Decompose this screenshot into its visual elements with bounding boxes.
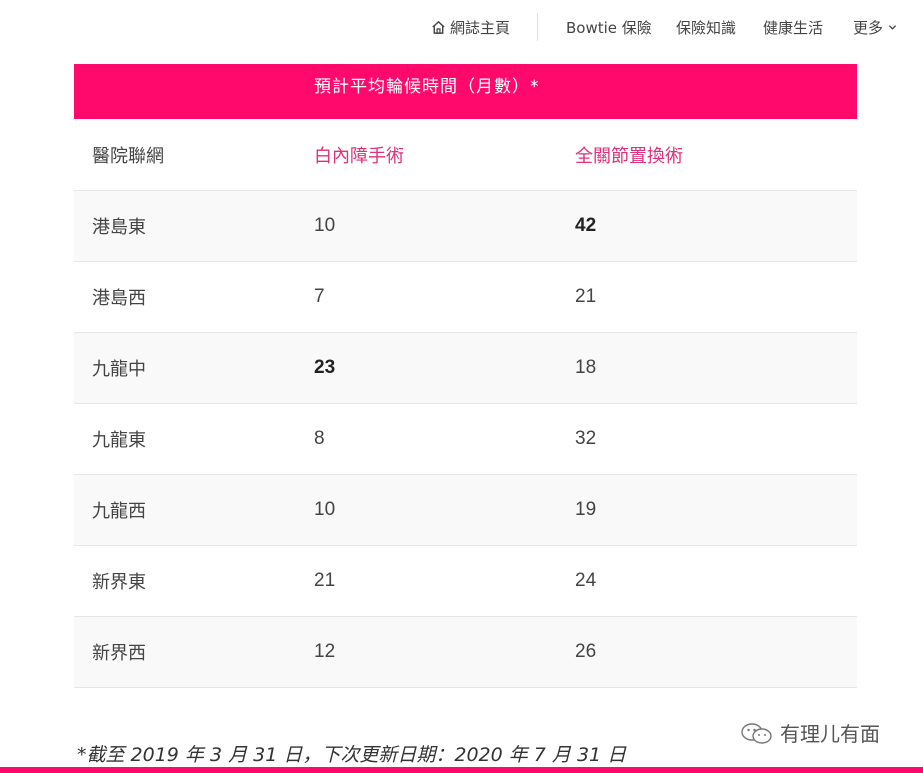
table-header-row: 醫院聯網 白內障手術 全關節置換術	[74, 119, 857, 191]
cataract-cell: 10	[314, 215, 336, 236]
nav-home-label: 網誌主頁	[450, 18, 511, 37]
joint-cell: 26	[575, 641, 597, 662]
cataract-cell: 8	[314, 428, 325, 449]
nav-insurance-knowledge-link[interactable]: 保險知識	[676, 16, 736, 38]
nav-more-menu[interactable]: 更多	[853, 16, 897, 38]
nav-home-link[interactable]: 網誌主頁	[431, 16, 510, 38]
cataract-cell: 10	[314, 499, 336, 520]
table-row: 新界東 21 24	[74, 546, 857, 617]
header-total-joint-replacement: 全關節置換術	[575, 145, 683, 167]
cataract-cell: 7	[314, 286, 325, 307]
cluster-cell: 港島西	[92, 288, 146, 309]
table-row: 九龍中 23 18	[74, 333, 857, 404]
table-row: 新界西 12 26	[74, 617, 857, 688]
cataract-cell: 23	[314, 357, 336, 378]
cluster-cell: 九龍西	[92, 501, 146, 522]
table-row: 港島東 10 42	[74, 191, 857, 262]
cluster-cell: 新界西	[92, 643, 146, 664]
bottom-accent-bar	[0, 767, 923, 773]
page: 網誌主頁 Bowtie 保險 保險知識 健康生活 更多 預計平均輪候時間（月數）…	[0, 0, 923, 773]
cataract-cell: 21	[314, 570, 336, 591]
home-icon	[432, 20, 445, 34]
table-row: 九龍東 8 32	[74, 404, 857, 475]
joint-cell: 24	[575, 570, 597, 591]
header-hospital-cluster: 醫院聯網	[92, 145, 164, 167]
table-footnote: *截至 2019 年 3 月 31 日，下次更新日期：2020 年 7 月 31…	[77, 744, 627, 766]
wechat-icon	[741, 722, 772, 744]
joint-cell: 32	[575, 428, 597, 449]
joint-cell: 42	[575, 215, 597, 236]
cataract-cell: 12	[314, 641, 336, 662]
nav-divider	[537, 13, 538, 41]
cluster-cell: 九龍中	[92, 359, 146, 380]
header-cataract-surgery: 白內障手術	[314, 145, 404, 167]
waiting-time-table: 預計平均輪候時間（月數）* 醫院聯網 白內障手術 全關節置換術 港島東 10 4…	[74, 64, 857, 688]
cluster-cell: 新界東	[92, 572, 146, 593]
nav-healthy-living-link[interactable]: 健康生活	[763, 16, 823, 38]
joint-cell: 21	[575, 286, 597, 307]
joint-cell: 18	[575, 357, 597, 378]
table-row: 港島西 7 21	[74, 262, 857, 333]
table-row: 九龍西 10 19	[74, 475, 857, 546]
chevron-down-icon	[888, 24, 897, 30]
cluster-cell: 港島東	[92, 217, 146, 238]
nav-bowtie-insurance-link[interactable]: Bowtie 保險	[566, 16, 652, 38]
table-banner: 預計平均輪候時間（月數）*	[74, 64, 857, 119]
nav-more-label: 更多	[853, 18, 884, 37]
wechat-watermark: 有理儿有面	[740, 718, 880, 747]
joint-cell: 19	[575, 499, 597, 520]
table-title: 預計平均輪候時間（月數）*	[314, 77, 540, 97]
watermark-text: 有理儿有面	[780, 722, 880, 746]
top-nav: 網誌主頁 Bowtie 保險 保險知識 健康生活 更多	[0, 0, 923, 56]
cluster-cell: 九龍東	[92, 430, 146, 451]
